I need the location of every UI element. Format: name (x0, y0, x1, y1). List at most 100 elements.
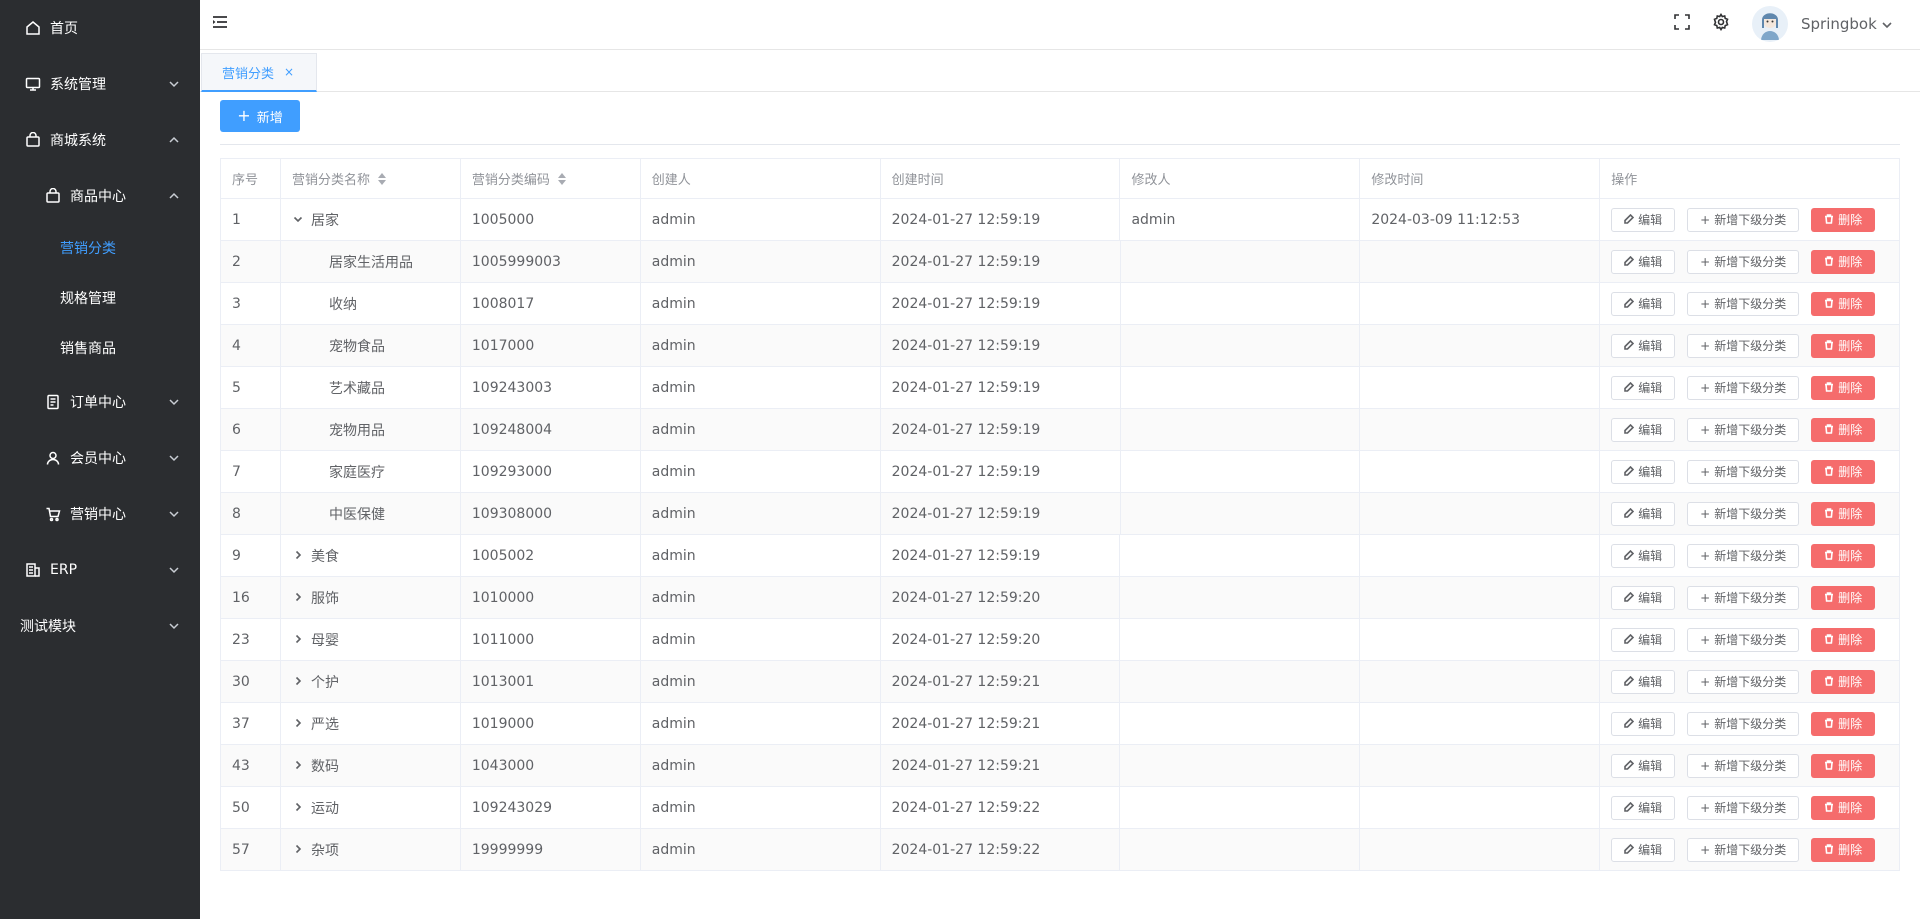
add-subcategory-button[interactable]: + 新增下级分类 (1687, 291, 1800, 316)
chevron-down-icon[interactable] (293, 214, 305, 226)
cell-name: 杂项 (281, 829, 461, 870)
column-header-name[interactable]: 营销分类名称 (281, 159, 461, 198)
add-subcategory-button[interactable]: + 新增下级分类 (1687, 207, 1800, 232)
edit-button[interactable]: 编辑 (1611, 711, 1676, 736)
sidebar-item-test-module[interactable]: 测试模块 (0, 601, 200, 651)
plus-icon: + (1700, 716, 1711, 731)
add-subcategory-button[interactable]: + 新增下级分类 (1687, 837, 1800, 862)
cell-actions: 编辑 + 新增下级分类 删除 (1600, 829, 1900, 870)
edit-button[interactable]: 编辑 (1611, 291, 1676, 316)
edit-button[interactable]: 编辑 (1611, 669, 1676, 694)
edit-button[interactable]: 编辑 (1611, 417, 1676, 442)
tab-marketing-category[interactable]: 营销分类 × (201, 53, 317, 92)
add-subcategory-button[interactable]: + 新增下级分类 (1687, 627, 1800, 652)
sidebar-item-product-center[interactable]: 商品中心 (0, 171, 200, 221)
plus-icon: + (1700, 590, 1711, 605)
chevron-right-icon[interactable] (293, 634, 305, 646)
avatar[interactable] (1752, 6, 1788, 42)
edit-button[interactable]: 编辑 (1611, 585, 1676, 610)
edit-button[interactable]: 编辑 (1611, 627, 1676, 652)
add-subcategory-button[interactable]: + 新增下级分类 (1687, 501, 1800, 526)
table-row: 23 母婴 1011000 admin 2024-01-27 12:59:20 编辑 + 新增… (221, 619, 1900, 661)
edit-button[interactable]: 编辑 (1611, 543, 1676, 568)
cell-created-time: 2024-01-27 12:59:20 (881, 619, 1121, 660)
chevron-right-icon[interactable] (293, 844, 305, 856)
sidebar-item-erp[interactable]: ERP (0, 545, 200, 595)
delete-button[interactable]: 删除 (1811, 249, 1876, 274)
chevron-right-icon[interactable] (293, 802, 305, 814)
chevron-right-icon[interactable] (293, 550, 305, 562)
gear-icon[interactable] (1712, 12, 1732, 33)
add-subcategory-button[interactable]: + 新增下级分类 (1687, 459, 1800, 484)
delete-button[interactable]: 删除 (1811, 417, 1876, 442)
sidebar-item-spec-management[interactable]: 规格管理 (0, 273, 200, 323)
delete-button[interactable]: 删除 (1811, 207, 1876, 232)
delete-button[interactable]: 删除 (1811, 501, 1876, 526)
fullscreen-icon[interactable] (1673, 13, 1693, 33)
add-subcategory-button[interactable]: + 新增下级分类 (1687, 795, 1800, 820)
close-icon[interactable]: × (284, 65, 294, 79)
delete-button[interactable]: 删除 (1811, 459, 1876, 484)
table-row: 16 服饰 1010000 admin 2024-01-27 12:59:20 编辑 + 新增… (221, 577, 1900, 619)
delete-button[interactable]: 删除 (1811, 627, 1876, 652)
top-header: Springbok (200, 0, 1920, 50)
column-header-code[interactable]: 营销分类编码 (461, 159, 641, 198)
chevron-down-icon[interactable] (1881, 19, 1893, 31)
cell-creator: admin (641, 493, 881, 534)
sidebar-item-marketing-center[interactable]: 营销中心 (0, 489, 200, 539)
chevron-right-icon[interactable] (293, 592, 305, 604)
add-subcategory-button[interactable]: + 新增下级分类 (1687, 669, 1800, 694)
add-subcategory-button[interactable]: + 新增下级分类 (1687, 375, 1800, 400)
delete-button[interactable]: 删除 (1811, 753, 1876, 778)
sidebar-item-marketing-category[interactable]: 营销分类 (0, 223, 200, 273)
chevron-down-icon (168, 452, 180, 464)
delete-button[interactable]: 删除 (1811, 837, 1876, 862)
sidebar-item-order-center[interactable]: 订单中心 (0, 377, 200, 427)
add-subcategory-button[interactable]: + 新增下级分类 (1687, 585, 1800, 610)
edit-button[interactable]: 编辑 (1611, 795, 1676, 820)
add-subcategory-button[interactable]: + 新增下级分类 (1687, 711, 1800, 736)
edit-icon (1624, 675, 1635, 689)
username[interactable]: Springbok (1801, 15, 1877, 33)
cell-created-time: 2024-01-27 12:59:19 (881, 409, 1121, 450)
sidebar-item-home[interactable]: 首页 (0, 3, 200, 53)
edit-button[interactable]: 编辑 (1611, 207, 1676, 232)
sort-icon[interactable] (377, 172, 386, 185)
add-subcategory-button[interactable]: + 新增下级分类 (1687, 543, 1800, 568)
edit-button[interactable]: 编辑 (1611, 375, 1676, 400)
add-subcategory-button[interactable]: + 新增下级分类 (1687, 417, 1800, 442)
add-subcategory-button[interactable]: + 新增下级分类 (1687, 249, 1800, 274)
delete-button[interactable]: 删除 (1811, 669, 1876, 694)
add-button-label: 新增 (256, 110, 283, 126)
collapse-menu-icon[interactable] (212, 14, 232, 34)
sidebar-item-sales-product[interactable]: 销售商品 (0, 323, 200, 373)
delete-button[interactable]: 删除 (1811, 375, 1876, 400)
sidebar-item-mall[interactable]: 商城系统 (0, 115, 200, 165)
delete-button[interactable]: 删除 (1811, 585, 1876, 610)
sort-icon[interactable] (557, 172, 566, 185)
add-subcategory-button[interactable]: + 新增下级分类 (1687, 753, 1800, 778)
delete-button[interactable]: 删除 (1811, 333, 1876, 358)
edit-button[interactable]: 编辑 (1611, 837, 1676, 862)
table-row: 50 运动 109243029 admin 2024-01-27 12:59:22 编辑 +… (221, 787, 1900, 829)
delete-button[interactable]: 删除 (1811, 795, 1876, 820)
delete-button[interactable]: 删除 (1811, 543, 1876, 568)
chevron-down-icon (168, 78, 180, 90)
cell-code: 109293000 (461, 451, 641, 492)
chevron-right-icon[interactable] (293, 718, 305, 730)
add-button[interactable]: + 新增 (220, 100, 300, 132)
chevron-right-icon[interactable] (293, 760, 305, 772)
edit-button[interactable]: 编辑 (1611, 249, 1676, 274)
sidebar-item-system[interactable]: 系统管理 (0, 59, 200, 109)
delete-button[interactable]: 删除 (1811, 711, 1876, 736)
add-subcategory-button[interactable]: + 新增下级分类 (1687, 333, 1800, 358)
chevron-right-icon[interactable] (293, 676, 305, 688)
edit-button[interactable]: 编辑 (1611, 333, 1676, 358)
trash-icon (1824, 297, 1834, 311)
edit-button[interactable]: 编辑 (1611, 501, 1676, 526)
edit-button[interactable]: 编辑 (1611, 753, 1676, 778)
sidebar-item-member-center[interactable]: 会员中心 (0, 433, 200, 483)
trash-icon (1824, 759, 1834, 773)
delete-button[interactable]: 删除 (1811, 291, 1876, 316)
edit-button[interactable]: 编辑 (1611, 459, 1676, 484)
